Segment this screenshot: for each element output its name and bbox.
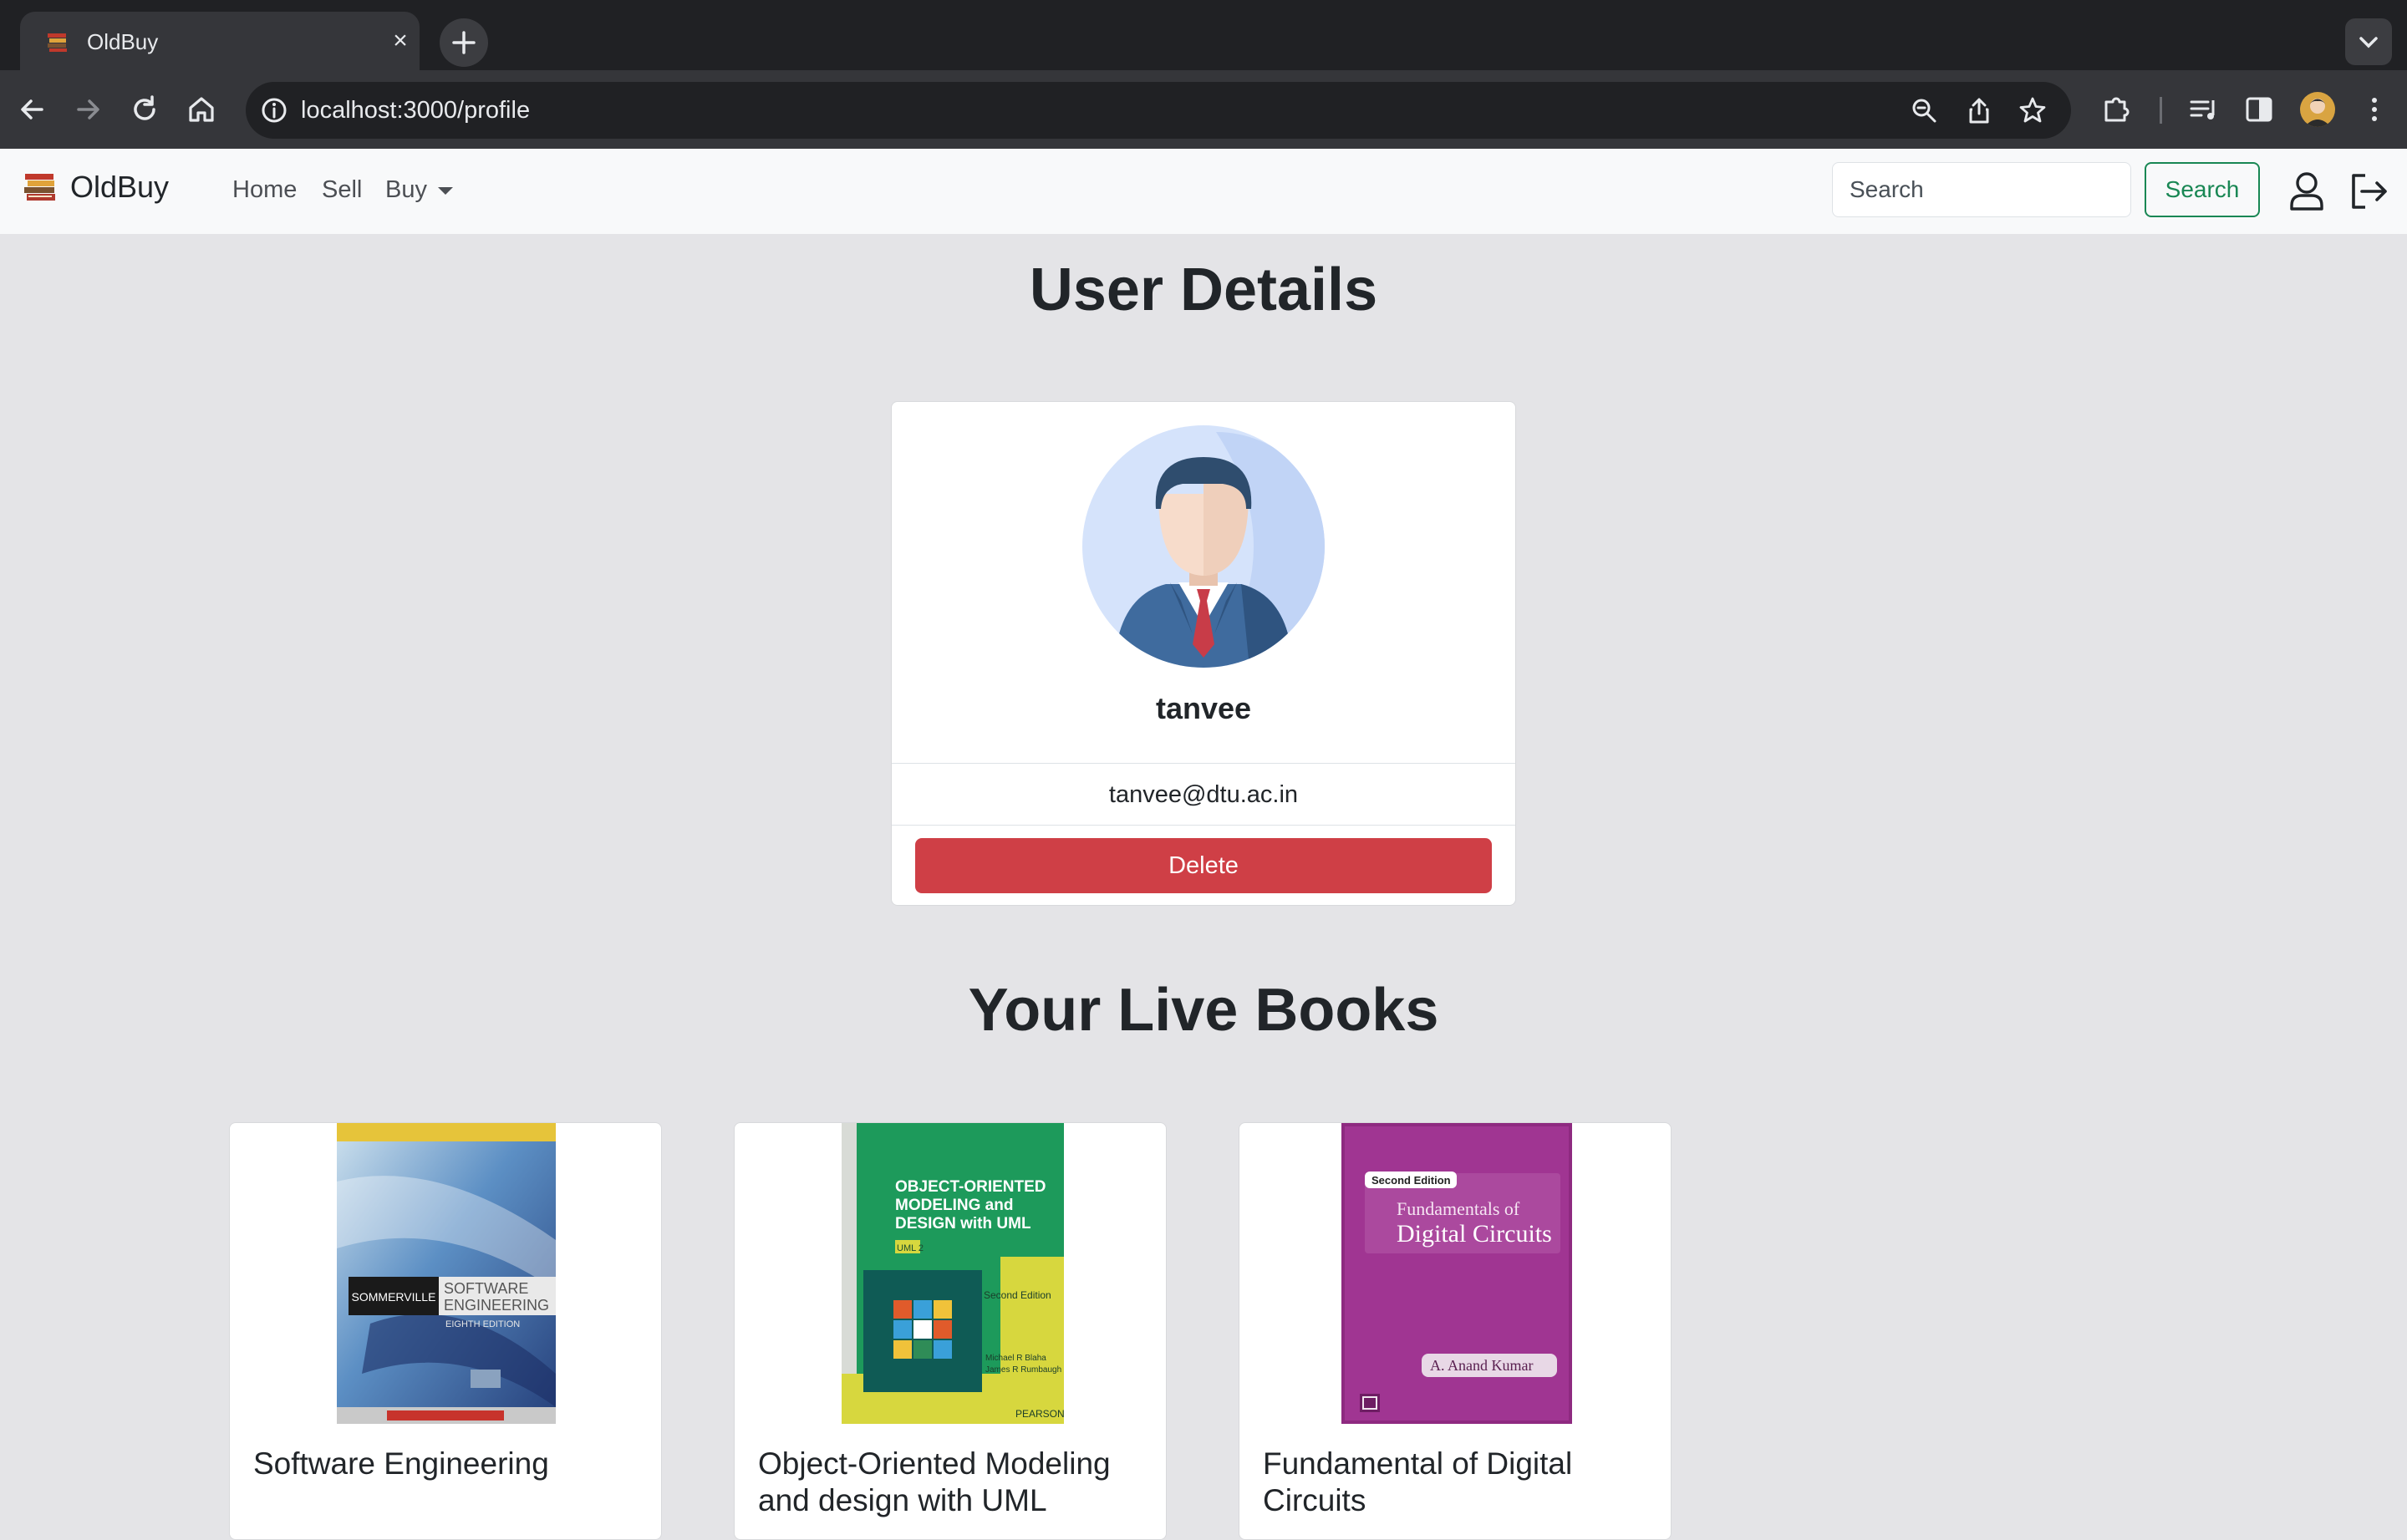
logout-icon[interactable]	[2347, 169, 2390, 214]
share-icon[interactable]	[1964, 95, 1994, 125]
reload-icon[interactable]	[125, 90, 164, 129]
search-button[interactable]: Search	[2145, 162, 2260, 217]
forward-arrow-icon[interactable]	[69, 90, 107, 129]
book-card[interactable]: SOMMERVILLE SOFTWARE ENGINEERING EIGHTH …	[229, 1122, 662, 1540]
browser-tab[interactable]: OldBuy ×	[20, 12, 420, 70]
site-navbar: OldBuy Home Sell Buy Search	[0, 149, 2407, 234]
cover-line3: DESIGN with UML	[895, 1215, 1031, 1233]
rubiks-cube-image	[893, 1300, 952, 1359]
cover-line2: ENGINEERING	[444, 1297, 549, 1314]
home-icon[interactable]	[182, 90, 221, 129]
book-card[interactable]: OBJECT-ORIENTED MODELING and DESIGN with…	[734, 1122, 1167, 1540]
live-books-heading: Your Live Books	[968, 977, 1439, 1044]
close-tab-icon[interactable]: ×	[386, 27, 415, 55]
url-text: localhost:3000/profile	[301, 97, 531, 124]
cover-author: A. Anand Kumar	[1430, 1357, 1533, 1374]
cover-line2: Digital Circuits	[1397, 1220, 1552, 1248]
tab-search-button[interactable]	[2345, 18, 2392, 65]
new-tab-button[interactable]	[440, 18, 488, 67]
site-info-icon[interactable]	[259, 95, 289, 125]
nav-link-buy[interactable]: Buy	[385, 176, 427, 204]
address-bar[interactable]: localhost:3000/profile	[246, 82, 2071, 139]
cover-line1: SOFTWARE	[444, 1280, 528, 1297]
book-cover-image: Second Edition Fundamentals of Digital C…	[1341, 1123, 1572, 1424]
browser-tab-bar: OldBuy ×	[0, 0, 2407, 70]
book-card[interactable]: Second Edition Fundamentals of Digital C…	[1239, 1122, 1672, 1540]
cover-authors1: Michael R Blaha	[985, 1354, 1046, 1363]
book-title: Software Engineering	[253, 1446, 549, 1481]
book-cover-image: OBJECT-ORIENTED MODELING and DESIGN with…	[842, 1123, 1064, 1424]
cover-edition: EIGHTH EDITION	[445, 1319, 520, 1329]
chevron-down-icon	[2359, 37, 2378, 48]
delete-account-button[interactable]: Delete	[915, 838, 1492, 893]
tab-title: OldBuy	[87, 29, 159, 54]
book-cover-image: SOMMERVILLE SOFTWARE ENGINEERING EIGHTH …	[337, 1123, 556, 1424]
cover-line1: OBJECT-ORIENTED	[895, 1178, 1046, 1196]
browser-toolbar: localhost:3000/profile	[0, 70, 2407, 149]
cover-line2: MODELING and	[895, 1197, 1013, 1214]
brand-name: OldBuy	[70, 170, 170, 204]
card-divider	[892, 825, 1515, 826]
cover-tag: UML 2	[897, 1243, 924, 1253]
side-panel-icon[interactable]	[2240, 90, 2278, 129]
brand-link[interactable]: OldBuy	[22, 170, 169, 205]
user-email: tanvee@dtu.ac.in	[1108, 781, 1299, 808]
books-favicon-icon	[48, 33, 67, 52]
cover-authors2: James R Rumbaugh	[985, 1365, 1061, 1375]
cover-line1: Fundamentals of	[1397, 1198, 1520, 1219]
user-name: tanvee	[1155, 691, 1252, 725]
dropdown-caret-icon[interactable]	[438, 187, 453, 195]
nav-link-sell[interactable]: Sell	[322, 176, 362, 204]
user-avatar-icon	[1082, 425, 1325, 668]
cover-edition: Second Edition	[1371, 1174, 1451, 1187]
cover-edition: Second Edition	[984, 1289, 1051, 1301]
cover-publisher: PEARSON	[1015, 1408, 1064, 1420]
cover-author: SOMMERVILLE	[352, 1290, 436, 1304]
back-arrow-icon[interactable]	[13, 90, 52, 129]
card-divider	[892, 763, 1515, 764]
nav-link-home[interactable]: Home	[232, 176, 297, 204]
toolbar-separator	[2160, 97, 2162, 124]
user-profile-card: tanvee tanvee@dtu.ac.in Delete	[891, 401, 1516, 906]
extensions-icon[interactable]	[2098, 90, 2136, 129]
book-title: Fundamental of Digital Circuits	[1263, 1446, 1573, 1517]
profile-avatar-icon[interactable]	[2300, 92, 2335, 127]
media-controls-icon[interactable]	[2185, 90, 2223, 129]
bookmark-star-icon[interactable]	[2018, 95, 2048, 125]
plus-icon	[452, 31, 476, 54]
browser-menu-icon[interactable]	[2355, 90, 2394, 129]
zoom-icon[interactable]	[1909, 95, 1939, 125]
user-profile-icon[interactable]	[2285, 169, 2328, 214]
search-input[interactable]	[1832, 162, 2131, 217]
user-details-heading: User Details	[1029, 257, 1378, 323]
books-logo-icon	[24, 174, 55, 201]
book-title: Object-Oriented Modeling and design with…	[758, 1446, 1111, 1517]
